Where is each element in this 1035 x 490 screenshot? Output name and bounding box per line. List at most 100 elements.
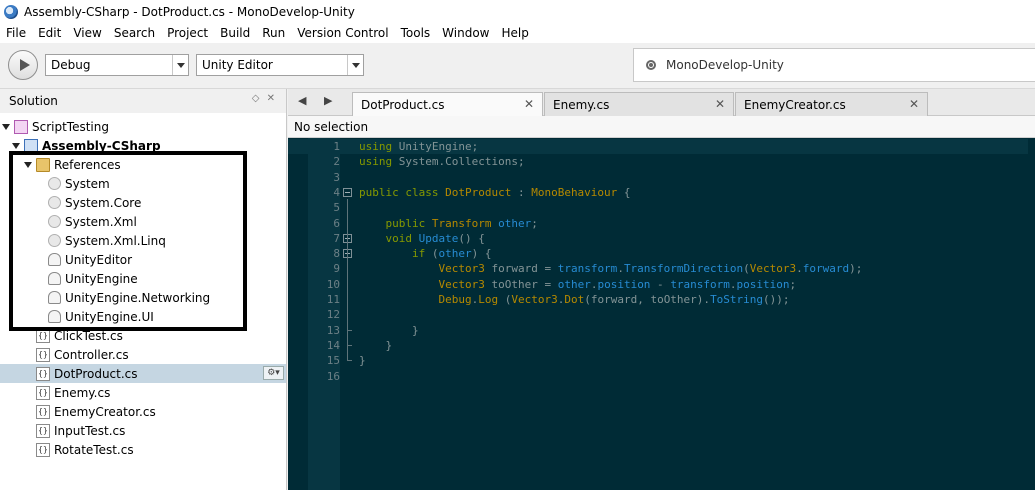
nav-forward-icon[interactable]: ▶ (324, 94, 332, 107)
expand-arrow-icon[interactable] (24, 161, 32, 168)
close-icon[interactable]: ✕ (909, 97, 919, 111)
monodevelop-logo-icon (4, 4, 18, 19)
code-line[interactable]: 9 Vector3 forward = transform.TransformD… (288, 261, 1028, 276)
code-text: using System.Collections; (359, 154, 525, 169)
tab-dotproduct[interactable]: DotProduct.cs ✕ (352, 92, 543, 117)
menu-tools[interactable]: Tools (401, 26, 431, 40)
code-token: ); (849, 262, 863, 276)
file-item[interactable]: {} Enemy.cs (36, 383, 110, 402)
tab-enemycreator[interactable]: EnemyCreator.cs ✕ (735, 92, 928, 116)
play-icon (19, 59, 30, 71)
code-token: other (557, 277, 591, 291)
code-line[interactable]: 8 if (other) { (288, 246, 1028, 261)
menu-edit[interactable]: Edit (38, 26, 61, 40)
run-target-select[interactable]: Unity Editor (196, 54, 364, 76)
code-token: } (359, 354, 366, 368)
code-line[interactable]: 4 public class DotProduct : MonoBehaviour… (288, 185, 1028, 200)
reference-item[interactable]: System.Xml.Linq (48, 231, 166, 250)
menu-file[interactable]: File (6, 26, 26, 40)
code-line[interactable]: 6 public Transform other; (288, 216, 1028, 231)
fold-guide-line (347, 260, 348, 323)
fold-end-marker (347, 353, 352, 362)
file-item[interactable]: {} InputTest.cs (36, 421, 125, 440)
code-token: UnityEngine; (398, 140, 479, 153)
menu-version-control[interactable]: Version Control (297, 26, 388, 40)
menu-search[interactable]: Search (114, 26, 155, 40)
code-line[interactable]: 1 using UnityEngine; (288, 139, 1028, 155)
chevron-down-icon[interactable] (347, 55, 363, 75)
code-line[interactable]: 13 } (288, 323, 1028, 338)
close-icon[interactable]: ✕ (715, 97, 725, 111)
menu-window[interactable]: Window (442, 26, 489, 40)
code-line[interactable]: 10 Vector3 toOther = other.position - tr… (288, 277, 1028, 292)
tab-enemy[interactable]: Enemy.cs ✕ (544, 92, 734, 116)
code-text: void Update() { (359, 231, 485, 246)
code-line[interactable]: 3 (288, 170, 1028, 185)
chevron-down-icon[interactable] (172, 55, 188, 75)
code-text: Debug.Log (Vector3.Dot(forward, toOther)… (359, 292, 789, 307)
solution-pane: Solution ◇ ✕ ScriptTesting Assembly-CSha… (0, 89, 287, 490)
line-number: 5 (333, 201, 340, 215)
code-line[interactable]: 11 Debug.Log (Vector3.Dot(forward, toOth… (288, 292, 1028, 307)
code-token: . (796, 262, 803, 276)
menu-run[interactable]: Run (262, 26, 285, 40)
reference-item[interactable]: UnityEngine (48, 269, 138, 288)
tree-project[interactable]: Assembly-CSharp (12, 136, 161, 155)
code-token: toOther = (491, 277, 558, 291)
expand-arrow-icon[interactable] (12, 142, 20, 149)
reference-item[interactable]: UnityEngine.UI (48, 307, 154, 326)
reference-name: System.Xml (65, 214, 137, 229)
code-token: public class (359, 185, 446, 199)
menu-view[interactable]: View (73, 26, 101, 40)
menu-help[interactable]: Help (501, 26, 528, 40)
code-token: { (617, 185, 631, 199)
nav-back-icon[interactable]: ◀ (298, 94, 306, 107)
fold-toggle-icon[interactable] (343, 187, 352, 197)
code-token: void (385, 231, 419, 245)
reference-item[interactable]: System (48, 174, 110, 193)
tree-references-folder[interactable]: References (24, 155, 121, 174)
code-editor[interactable]: 1 using UnityEngine; 2 using System.Collect… (288, 138, 1035, 490)
file-item-selected[interactable]: {} DotProduct.cs ⚙▾ (0, 364, 286, 383)
code-token: - (650, 277, 671, 291)
code-line[interactable]: 5 (288, 200, 1028, 215)
reference-item[interactable]: System.Xml (48, 212, 137, 231)
reference-item[interactable]: UnityEditor (48, 250, 132, 269)
code-line[interactable]: 14 } (288, 338, 1028, 353)
window-title: Assembly-CSharp - DotProduct.cs - MonoDe… (24, 4, 355, 19)
code-line[interactable]: 2 using System.Collections; (288, 154, 1028, 169)
line-number: 8 (333, 247, 340, 261)
menu-project[interactable]: Project (167, 26, 208, 40)
code-token: : (511, 185, 532, 199)
tree-solution[interactable]: ScriptTesting (2, 117, 109, 136)
file-item[interactable]: {} ClickTest.cs (36, 326, 123, 345)
file-item[interactable]: {} RotateTest.cs (36, 440, 134, 459)
reference-item[interactable]: UnityEngine.Networking (48, 288, 210, 307)
close-icon[interactable]: ✕ (524, 97, 534, 111)
code-token: Log (478, 293, 499, 306)
menu-build[interactable]: Build (220, 26, 250, 40)
code-line[interactable]: 16 (288, 369, 1028, 384)
tab-label: DotProduct.cs (361, 98, 445, 112)
gear-icon[interactable]: ⚙▾ (263, 366, 284, 380)
file-item[interactable]: {} EnemyCreator.cs (36, 402, 156, 421)
reference-item[interactable]: System.Core (48, 193, 141, 212)
pane-dock-close-icons[interactable]: ◇ ✕ (252, 93, 277, 104)
code-token: Transform (431, 216, 499, 230)
code-line[interactable]: 15} (288, 353, 1028, 368)
file-item[interactable]: {} Controller.cs (36, 345, 129, 364)
solution-name: ScriptTesting (32, 119, 109, 134)
code-line[interactable]: 7 void Update() { (288, 231, 1028, 246)
references-folder-icon (36, 157, 50, 172)
line-number: 11 (326, 293, 340, 306)
build-config-select[interactable]: Debug (45, 54, 189, 76)
file-name: ClickTest.cs (54, 328, 123, 343)
line-number: 6 (333, 216, 340, 230)
code-line[interactable]: 12 (288, 307, 1028, 322)
expand-arrow-icon[interactable] (2, 123, 10, 130)
run-button[interactable] (8, 50, 38, 80)
